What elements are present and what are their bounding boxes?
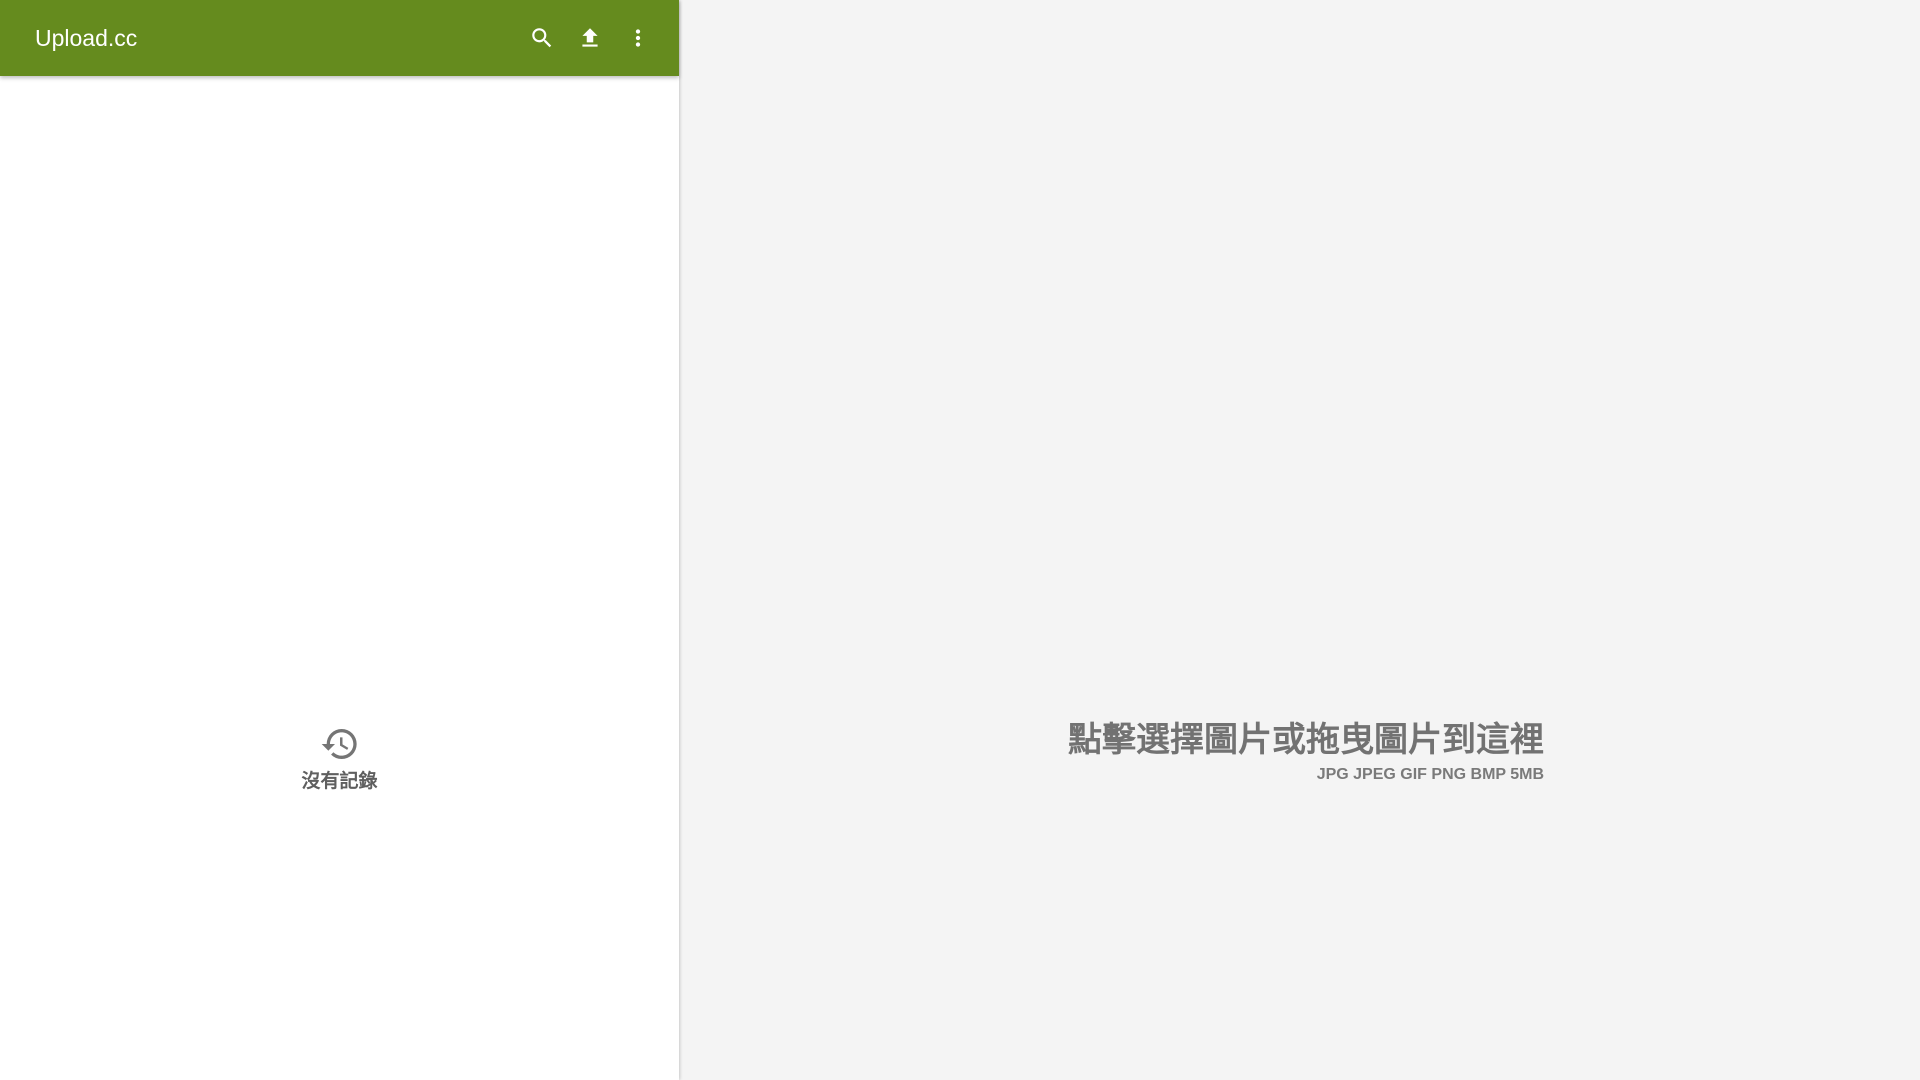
upload-dropzone[interactable]: 點擊選擇圖片或拖曳圖片到這裡 JPG JPEG GIF PNG BMP 5MB (679, 0, 1920, 1080)
app-title[interactable]: Upload.cc (35, 0, 137, 76)
app-root: Upload.cc 沒有記錄 點擊選擇圖片或拖曳圖片到這裡 JPG JPEG G… (0, 0, 1920, 1080)
empty-history-text: 沒有記錄 (301, 770, 378, 792)
dropzone-text: 點擊選擇圖片或拖曳圖片到這裡 JPG JPEG GIF PNG BMP 5MB (1068, 716, 1544, 786)
empty-history: 沒有記錄 (0, 724, 679, 793)
history-icon (321, 729, 357, 759)
app-bar-actions (518, 0, 662, 76)
upload-button[interactable] (566, 14, 614, 62)
dropzone-formats: JPG JPEG GIF PNG BMP 5MB (1316, 766, 1544, 783)
app-bar: Upload.cc (0, 0, 679, 76)
search-button[interactable] (518, 14, 566, 62)
dropzone-title: 點擊選擇圖片或拖曳圖片到這裡 (1068, 720, 1544, 760)
upload-icon (582, 28, 598, 47)
more-vert-icon (635, 29, 641, 47)
history-sidebar: Upload.cc 沒有記錄 (0, 0, 679, 1080)
search-icon (532, 28, 552, 48)
more-options-button[interactable] (614, 14, 662, 62)
